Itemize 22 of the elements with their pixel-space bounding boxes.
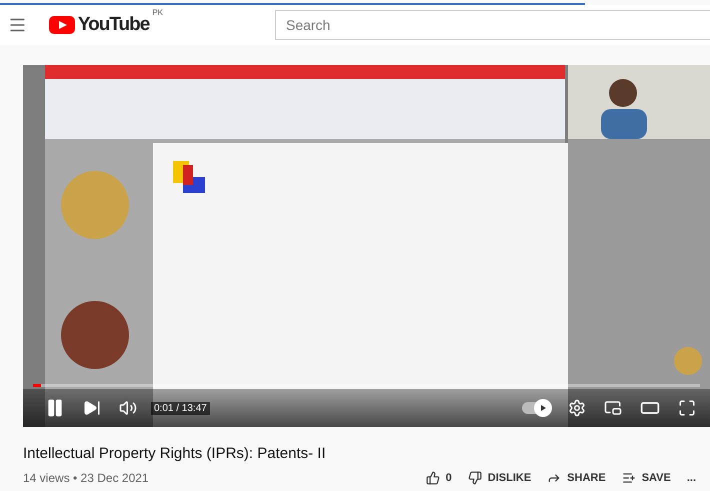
autoplay-toggle[interactable] (522, 402, 550, 414)
save-icon (622, 471, 636, 485)
save-button[interactable]: SAVE (622, 471, 671, 485)
dislike-button[interactable]: DISLIKE (468, 471, 532, 485)
dislike-icon (468, 471, 482, 485)
share-button[interactable]: SHARE (547, 471, 606, 485)
video-meta: 14 views • 23 Dec 2021 (23, 471, 149, 485)
search-field[interactable]: Search (274, 10, 710, 40)
volume-icon[interactable] (119, 399, 137, 417)
more-button[interactable]: ... (686, 472, 696, 484)
region-label: PK (152, 8, 163, 17)
settings-icon[interactable] (568, 399, 586, 417)
logo-text: YouTube (78, 14, 150, 36)
video-title: Intellectual Property Rights (IPRs): Patents- II (23, 445, 327, 462)
like-button[interactable]: 0 (426, 471, 452, 485)
play-icon (539, 404, 547, 412)
time-display: 0:01 / 13:47 (151, 402, 210, 414)
next-icon[interactable] (83, 399, 101, 417)
like-icon (426, 471, 440, 485)
miniplayer-icon[interactable] (604, 399, 622, 417)
play-logo-icon (48, 16, 75, 34)
fullscreen-icon[interactable] (678, 399, 696, 417)
